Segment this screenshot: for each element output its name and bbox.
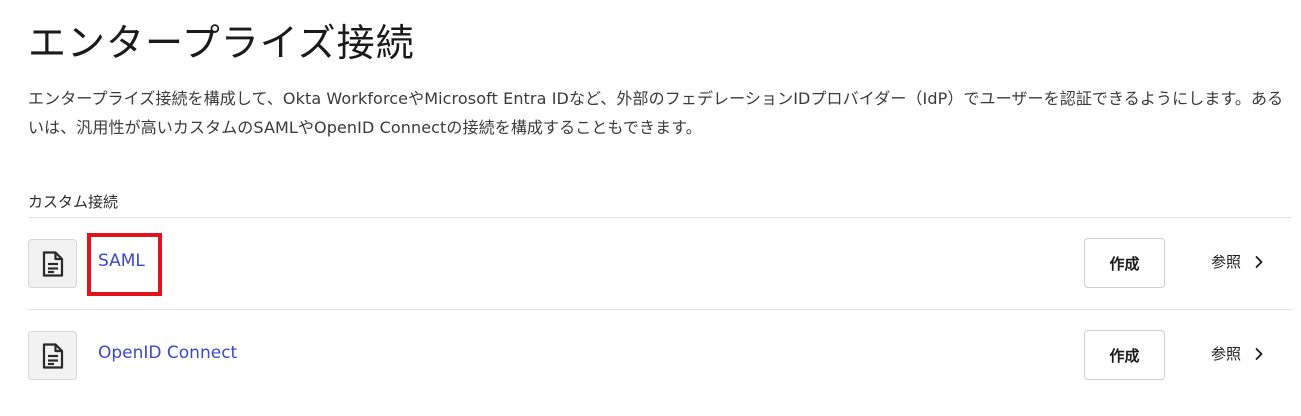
reference-link-saml[interactable]: 参照: [1211, 251, 1265, 272]
section-label-custom-connections: カスタム接続: [28, 193, 119, 211]
page-title: エンタープライズ接続: [28, 21, 415, 65]
chevron-right-icon: [1255, 255, 1263, 268]
reference-link-openid-connect[interactable]: 参照: [1211, 343, 1265, 364]
connection-row-openid-connect: OpenID Connect 作成 参照: [28, 310, 1292, 400]
create-button-openid-connect[interactable]: 作成: [1084, 330, 1165, 380]
document-icon: [28, 331, 77, 380]
connection-row-saml: SAML 作成 参照: [28, 218, 1292, 308]
connection-link-saml[interactable]: SAML: [98, 251, 145, 271]
reference-label: 参照: [1211, 345, 1242, 363]
reference-label: 参照: [1211, 253, 1242, 271]
connection-link-openid-connect[interactable]: OpenID Connect: [98, 343, 237, 363]
create-button-saml[interactable]: 作成: [1084, 238, 1165, 288]
document-icon: [28, 239, 77, 288]
chevron-right-icon: [1255, 347, 1263, 360]
enterprise-connections-page: エンタープライズ接続 エンタープライズ接続を構成して、Okta Workforc…: [0, 0, 1301, 416]
page-description: エンタープライズ接続を構成して、Okta WorkforceやMicrosoft…: [28, 89, 1284, 137]
